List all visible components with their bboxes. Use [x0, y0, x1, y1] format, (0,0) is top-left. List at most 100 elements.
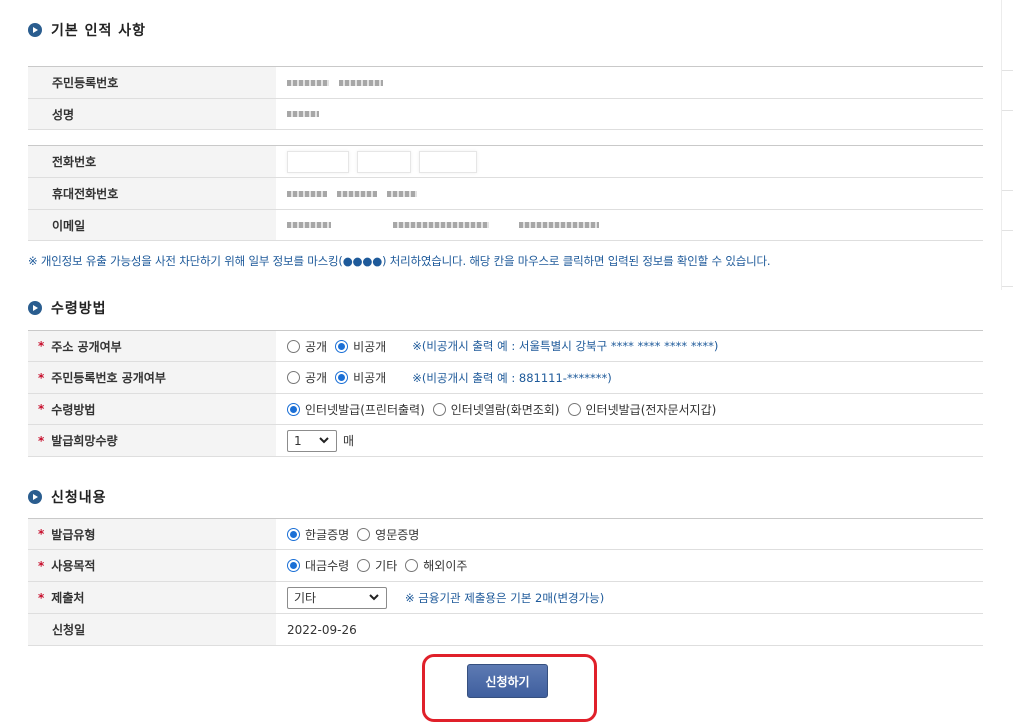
radio-label: 기타 — [375, 559, 398, 573]
type-korean-radio[interactable]: 한글증명 — [287, 526, 349, 543]
mobile-label: 휴대전화번호 — [28, 178, 276, 209]
purpose-other-radio[interactable]: 기타 — [357, 557, 397, 574]
name-value[interactable] — [276, 99, 983, 129]
phone-row: 전화번호 — [28, 146, 983, 178]
masked-value — [393, 222, 489, 228]
submit-to-row: * 제출처 기타 ※ 금융기관 제출용은 기본 2매(변경가능) — [28, 582, 983, 614]
address-disclosure-options: 공개 비공개 ※(비공개시 출력 예 : 서울특별시 강북구 **** ****… — [276, 331, 983, 361]
radio-label: 비공개 — [353, 339, 387, 354]
right-panel-edge — [1001, 0, 1013, 290]
required-mark: * — [38, 370, 45, 385]
receive-method-label-text: 수령방법 — [51, 402, 96, 417]
arrow-circle-icon — [28, 301, 42, 315]
method-view-radio[interactable]: 인터넷열람(화면조회) — [432, 401, 560, 418]
name-label: 성명 — [28, 99, 276, 129]
radio-label: 인터넷발급(전자문서지갑) — [585, 402, 717, 417]
submit-to-select[interactable]: 기타 — [287, 586, 387, 609]
radio-label: 영문증명 — [375, 527, 420, 542]
email-row: 이메일 — [28, 210, 983, 241]
receive-method-row: * 수령방법 인터넷발급(프린터출력) 인터넷열람(화면조회) 인터넷발급(전자… — [28, 394, 983, 425]
email-label: 이메일 — [28, 210, 276, 240]
name-row: 성명 — [28, 99, 983, 130]
radio-label: 한글증명 — [305, 527, 350, 542]
address-private-radio[interactable]: 비공개 — [335, 338, 386, 355]
arrow-circle-icon — [28, 23, 42, 37]
rrn-disclosure-row: * 주민등록번호 공개여부 공개 비공개 ※(비공개시 출력 예 : 88111… — [28, 362, 983, 394]
phone-field-1[interactable] — [287, 150, 349, 173]
phone-field-2[interactable] — [357, 150, 411, 173]
section-title-apply: 신청내용 — [28, 487, 107, 507]
arrow-circle-icon — [28, 490, 42, 504]
masked-value — [519, 222, 599, 228]
apply-table: * 발급유형 한글증명 영문증명 * 사용목적 대금수령 기타 해외이주 * 제… — [28, 518, 983, 646]
section-title-receive: 수령방법 — [28, 298, 107, 318]
quantity-row: * 발급희망수량 1 매 — [28, 425, 983, 457]
required-mark: * — [38, 590, 45, 605]
purpose-label-text: 사용목적 — [51, 559, 96, 573]
address-disclosure-row: * 주소 공개여부 공개 비공개 ※(비공개시 출력 예 : 서울특별시 강북구… — [28, 331, 983, 362]
masked-value — [337, 190, 377, 197]
purpose-payment-radio[interactable]: 대금수령 — [287, 557, 349, 574]
issue-type-label: * 발급유형 — [28, 519, 276, 549]
address-disclosure-label: * 주소 공개여부 — [28, 331, 276, 361]
method-wallet-radio[interactable]: 인터넷발급(전자문서지갑) — [567, 401, 717, 418]
required-mark: * — [38, 402, 45, 416]
phone-label: 전화번호 — [28, 146, 276, 177]
submit-button[interactable]: 신청하기 — [467, 664, 548, 698]
quantity-unit: 매 — [343, 434, 355, 448]
type-english-radio[interactable]: 영문증명 — [357, 526, 419, 543]
section-title-apply-text: 신청내용 — [51, 490, 107, 506]
address-hint: ※(비공개시 출력 예 : 서울특별시 강북구 **** **** **** *… — [412, 339, 719, 353]
section-title-receive-text: 수령방법 — [51, 301, 107, 317]
chevron-down-icon — [368, 592, 380, 604]
masked-value — [339, 79, 383, 86]
apply-date-value: 2022-09-26 — [287, 622, 357, 637]
required-mark: * — [38, 339, 45, 353]
rrn-disclosure-label: * 주민등록번호 공개여부 — [28, 362, 276, 393]
radio-label: 대금수령 — [305, 559, 350, 573]
submit-to-field: 기타 ※ 금융기관 제출용은 기본 2매(변경가능) — [276, 582, 983, 613]
submit-to-value: 기타 — [294, 591, 317, 605]
address-public-radio[interactable]: 공개 — [287, 338, 327, 355]
rrn-value[interactable] — [276, 67, 983, 98]
quantity-select[interactable]: 1 — [287, 429, 337, 452]
submit-to-label: * 제출처 — [28, 582, 276, 613]
phone-value[interactable] — [276, 146, 983, 177]
radio-label: 인터넷열람(화면조회) — [450, 402, 560, 417]
section-title-basic: 기본 인적 사항 — [28, 20, 146, 40]
phone-field-3[interactable] — [419, 150, 477, 173]
method-print-radio[interactable]: 인터넷발급(프린터출력) — [287, 401, 425, 418]
masking-notice: ※ 개인정보 유출 가능성을 사전 차단하기 위해 일부 정보를 마스킹(●●●… — [28, 254, 771, 268]
apply-date-label: 신청일 — [28, 614, 276, 645]
required-mark: * — [38, 558, 45, 573]
quantity-label: * 발급희망수량 — [28, 425, 276, 456]
purpose-row: * 사용목적 대금수령 기타 해외이주 — [28, 550, 983, 582]
purpose-options: 대금수령 기타 해외이주 — [276, 550, 983, 581]
radio-label: 비공개 — [353, 371, 387, 385]
basic-info-table-2: 전화번호 휴대전화번호 이메일 — [28, 145, 983, 241]
rrn-disclosure-options: 공개 비공개 ※(비공개시 출력 예 : 881111-*******) — [276, 362, 983, 393]
rrn-label: 주민등록번호 — [28, 67, 276, 98]
issue-type-row: * 발급유형 한글증명 영문증명 — [28, 519, 983, 550]
rrn-private-radio[interactable]: 비공개 — [335, 369, 386, 386]
rrn-public-radio[interactable]: 공개 — [287, 369, 327, 386]
required-mark: * — [38, 527, 45, 541]
purpose-label: * 사용목적 — [28, 550, 276, 581]
submit-to-hint: ※ 금융기관 제출용은 기본 2매(변경가능) — [405, 590, 605, 605]
purpose-emigration-radio[interactable]: 해외이주 — [405, 557, 467, 574]
receive-table: * 주소 공개여부 공개 비공개 ※(비공개시 출력 예 : 서울특별시 강북구… — [28, 330, 983, 457]
mobile-value[interactable] — [276, 178, 983, 209]
mobile-row: 휴대전화번호 — [28, 178, 983, 210]
receive-method-label: * 수령방법 — [28, 394, 276, 424]
email-value[interactable] — [276, 210, 983, 240]
submit-to-label-text: 제출처 — [51, 591, 85, 605]
rrn-row: 주민등록번호 — [28, 67, 983, 99]
rrn-disclosure-label-text: 주민등록번호 공개여부 — [51, 371, 166, 385]
issue-type-options: 한글증명 영문증명 — [276, 519, 983, 549]
basic-info-table-1: 주민등록번호 성명 — [28, 66, 983, 130]
radio-label: 해외이주 — [423, 559, 468, 573]
quantity-value: 1 — [294, 433, 302, 448]
radio-label: 공개 — [305, 339, 328, 354]
issue-type-label-text: 발급유형 — [51, 527, 96, 542]
masked-value — [287, 79, 329, 86]
